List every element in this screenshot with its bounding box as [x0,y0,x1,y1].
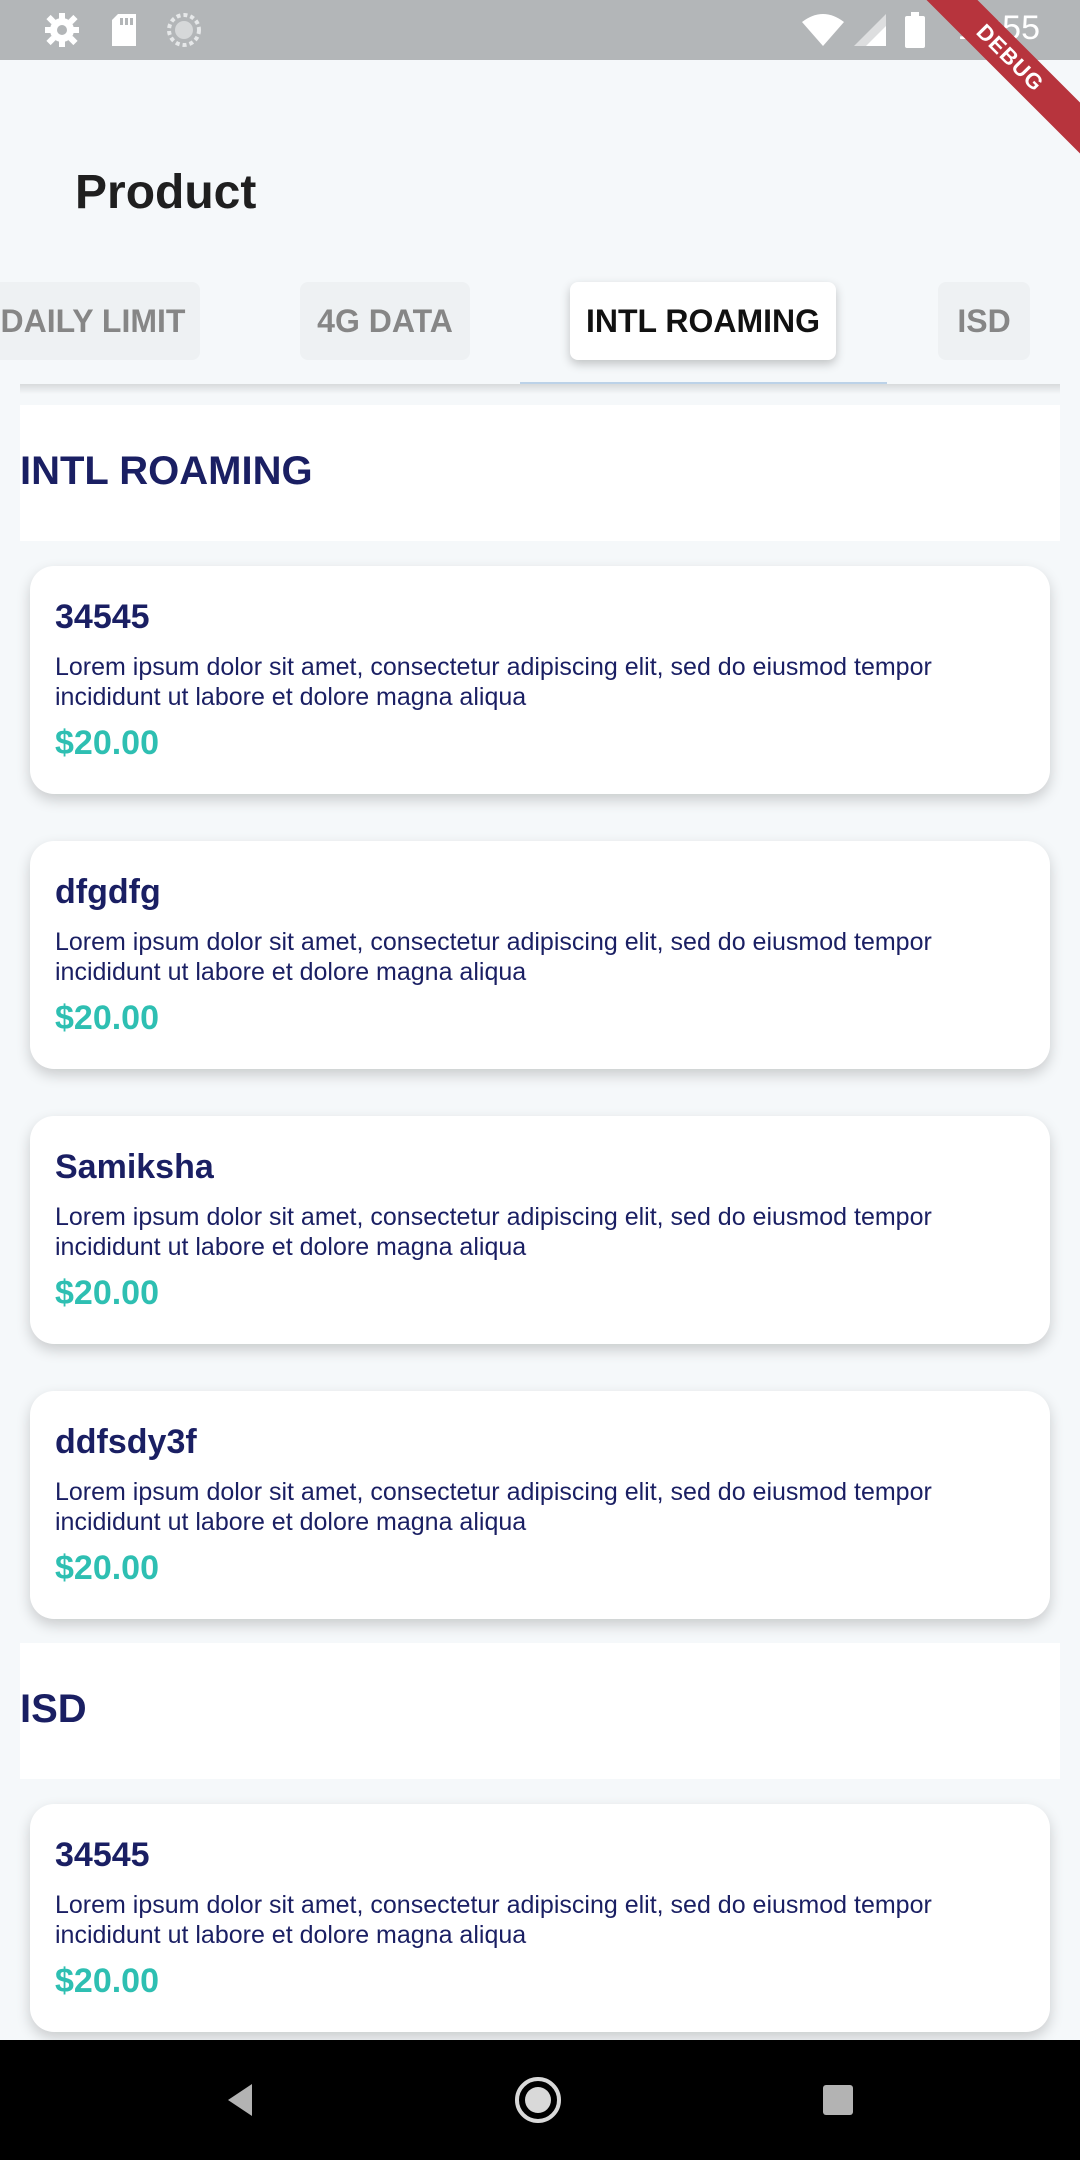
product-price: $20.00 [55,999,159,1037]
product-price: $20.00 [55,1962,159,2000]
section-title: ISD [20,1687,87,1731]
recents-icon[interactable] [808,2070,868,2130]
battery-icon [902,12,928,48]
product-name: 34545 [55,1836,150,1874]
system-nav-bar [0,2040,1080,2160]
product-name: Samiksha [55,1148,214,1186]
product-card[interactable]: Samiksha Lorem ipsum dolor sit amet, con… [30,1116,1050,1344]
status-bar: 11:55 DEBUG [0,0,1080,170]
product-description: Lorem ipsum dolor sit amet, consectetur … [55,653,932,711]
section-title: INTL ROAMING [20,449,313,493]
page-title: Product [75,166,257,219]
section-header: ISD [20,1643,1060,1779]
product-name: ddfsdy3f [55,1423,197,1461]
gear-icon [44,12,80,48]
wifi-icon [800,12,846,48]
product-description: Lorem ipsum dolor sit amet, consectetur … [55,1203,932,1261]
sd-card-icon [106,12,142,48]
signal-icon [852,12,888,48]
tab-daily-limit[interactable]: DAILY LIMIT [0,282,200,360]
product-card[interactable]: 34545 Lorem ipsum dolor sit amet, consec… [30,566,1050,794]
product-description: Lorem ipsum dolor sit amet, consectetur … [55,1891,932,1949]
section-header: INTL ROAMING [20,405,1060,541]
product-description: Lorem ipsum dolor sit amet, consectetur … [55,1478,932,1536]
product-description: Lorem ipsum dolor sit amet, consectetur … [55,928,932,986]
product-card[interactable]: dfgdfg Lorem ipsum dolor sit amet, conse… [30,841,1050,1069]
sync-icon [166,12,202,48]
back-icon[interactable] [210,2070,270,2130]
tab-isd[interactable]: ISD [938,282,1030,360]
product-card[interactable]: 34545 Lorem ipsum dolor sit amet, consec… [30,1804,1050,2032]
tab-4g-data[interactable]: 4G DATA [300,282,470,360]
home-icon[interactable] [508,2070,568,2130]
tabs-divider [20,384,1060,394]
tab-bar: DAILY LIMIT 4G DATA INTL ROAMING ISD [0,282,1080,384]
tab-intl-roaming[interactable]: INTL ROAMING [570,282,836,360]
product-card[interactable]: ddfsdy3f Lorem ipsum dolor sit amet, con… [30,1391,1050,1619]
product-name: dfgdfg [55,873,161,911]
product-name: 34545 [55,598,150,636]
product-price: $20.00 [55,1549,159,1587]
product-price: $20.00 [55,724,159,762]
product-price: $20.00 [55,1274,159,1312]
